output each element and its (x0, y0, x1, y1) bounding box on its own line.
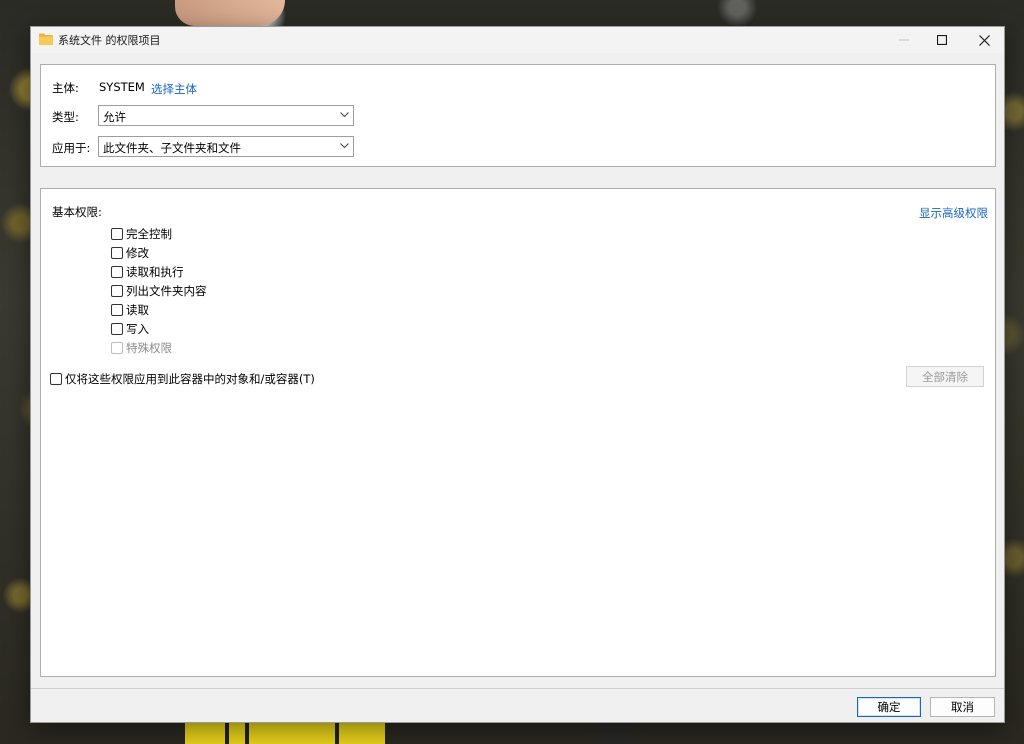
minimize-icon (899, 39, 909, 41)
checkbox-label: 修改 (126, 246, 149, 260)
apply-only-to-container-option[interactable]: 仅将这些权限应用到此容器中的对象和/或容器(T) (50, 371, 315, 387)
checkbox-label: 写入 (126, 322, 149, 336)
maximize-icon (937, 35, 947, 45)
checkbox-label: 仅将这些权限应用到此容器中的对象和/或容器(T) (65, 372, 315, 386)
footer-divider (31, 688, 1004, 689)
close-icon (978, 34, 990, 46)
folder-icon (39, 33, 53, 45)
checkbox[interactable] (111, 228, 123, 240)
checkbox-label: 读取和执行 (126, 265, 184, 279)
chevron-down-icon (340, 143, 349, 149)
type-dropdown-value: 允许 (103, 110, 126, 124)
applies-to-dropdown[interactable]: 此文件夹、子文件夹和文件 (98, 136, 354, 157)
checkbox[interactable] (50, 373, 62, 385)
checkbox-label: 完全控制 (126, 227, 172, 241)
ok-button[interactable]: 确定 (857, 697, 921, 717)
permission-list-folder-contents[interactable]: 列出文件夹内容 (111, 283, 207, 299)
chevron-down-icon (340, 112, 349, 118)
principal-label: 主体: (52, 81, 79, 95)
checkbox[interactable] (111, 323, 123, 335)
type-dropdown[interactable]: 允许 (98, 105, 354, 126)
checkbox-label: 列出文件夹内容 (126, 284, 207, 298)
window-title: 系统文件 的权限项目 (58, 34, 161, 47)
permission-full-control[interactable]: 完全控制 (111, 226, 172, 242)
checkbox[interactable] (111, 304, 123, 316)
permission-special: 特殊权限 (111, 340, 172, 356)
type-label: 类型: (52, 110, 79, 124)
basic-permissions-heading: 基本权限: (52, 205, 102, 219)
checkbox-label: 特殊权限 (126, 341, 172, 355)
maximize-button[interactable] (920, 27, 964, 53)
show-advanced-permissions-link[interactable]: 显示高级权限 (919, 205, 988, 221)
close-button[interactable] (962, 27, 1006, 53)
permission-write[interactable]: 写入 (111, 321, 149, 337)
clear-all-button: 全部清除 (906, 366, 984, 387)
checkbox (111, 342, 123, 354)
permission-entry-dialog: 系统文件 的权限项目 主体: SYSTEM 选择主体 类型: 允许 应用于: 此… (30, 26, 1005, 723)
applies-to-dropdown-value: 此文件夹、子文件夹和文件 (103, 141, 241, 155)
permission-modify[interactable]: 修改 (111, 245, 149, 261)
checkbox[interactable] (111, 285, 123, 297)
title-bar[interactable]: 系统文件 的权限项目 (31, 27, 1004, 53)
cancel-button[interactable]: 取消 (930, 697, 995, 717)
background-photo-shirt (185, 723, 385, 744)
permission-read[interactable]: 读取 (111, 302, 149, 318)
checkbox[interactable] (111, 247, 123, 259)
principal-value: SYSTEM (99, 80, 145, 94)
background-photo-arm (175, 0, 285, 26)
principal-panel: 主体: SYSTEM 选择主体 类型: 允许 应用于: 此文件夹、子文件夹和文件 (40, 64, 996, 167)
applies-to-label: 应用于: (52, 141, 91, 155)
permissions-panel: 基本权限: 显示高级权限 完全控制 修改 读取和执行 列出文件夹内容 读取 写入 (40, 188, 996, 677)
checkbox-label: 读取 (126, 303, 149, 317)
select-principal-link[interactable]: 选择主体 (151, 81, 197, 97)
permission-read-execute[interactable]: 读取和执行 (111, 264, 184, 280)
checkbox[interactable] (111, 266, 123, 278)
